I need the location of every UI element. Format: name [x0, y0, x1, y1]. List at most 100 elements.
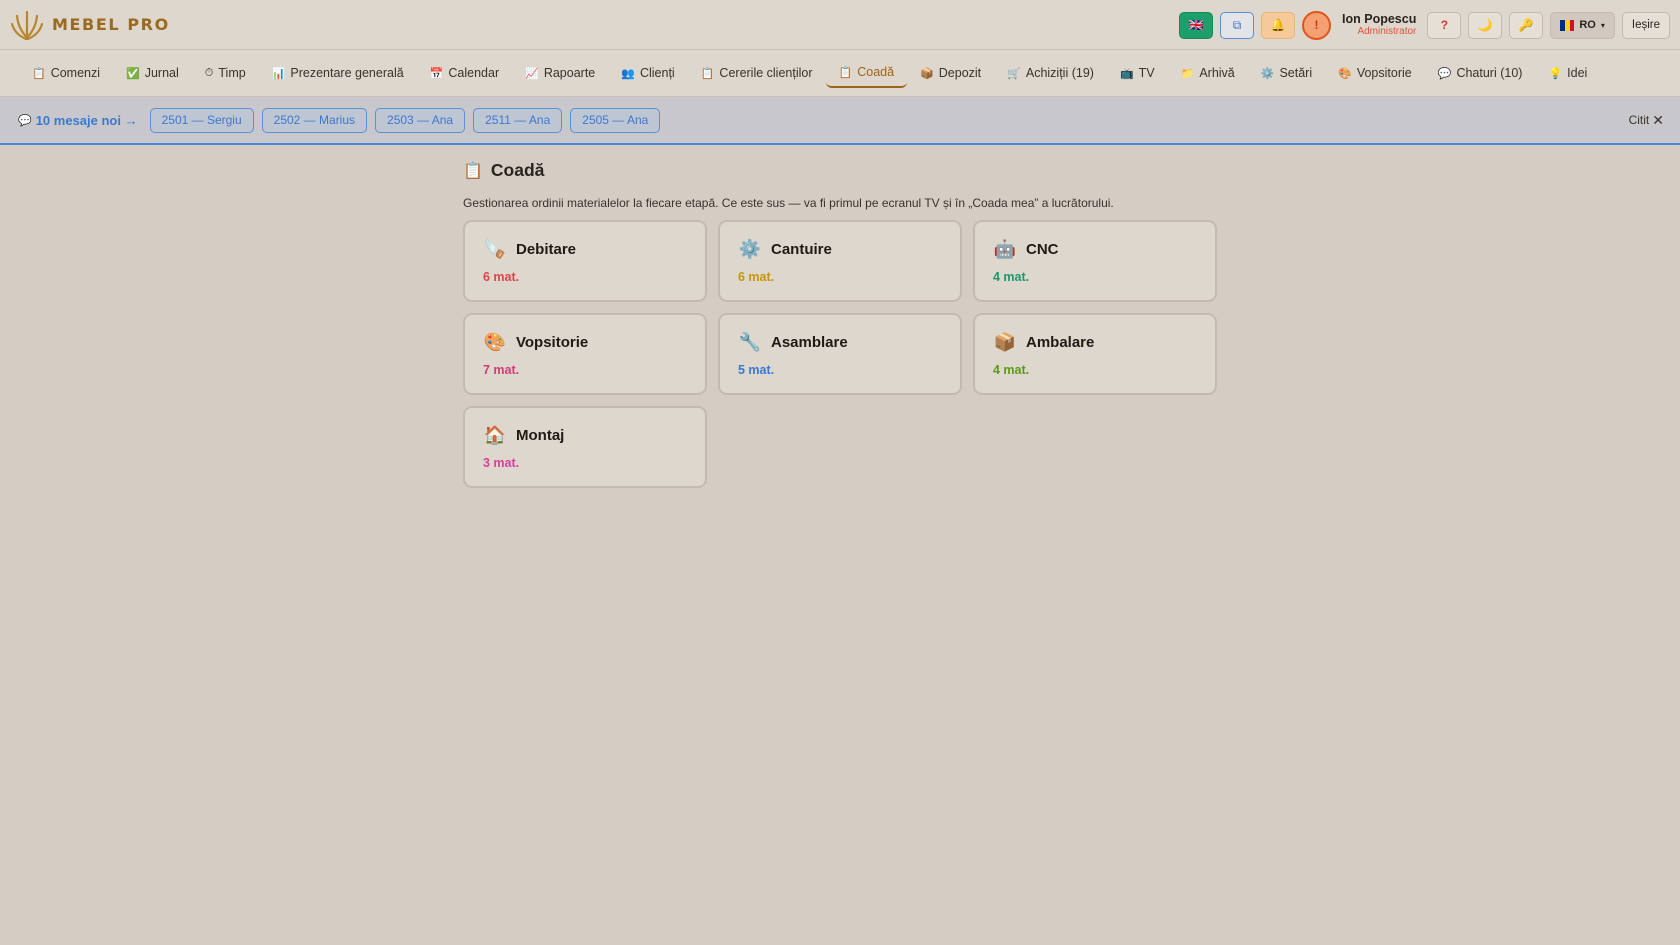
- message-chip[interactable]: 2502 — Marius: [261, 107, 368, 133]
- stage-count: 4 mat.: [993, 363, 1030, 377]
- stage-card-cantuire[interactable]: ⚙️ Cantuire 6 mat.: [718, 220, 962, 302]
- key-icon: 🔑: [1518, 18, 1534, 32]
- page-title: 📋 Coadă: [463, 160, 1218, 181]
- box-icon: 📦: [920, 67, 934, 80]
- page-title-text: Coadă: [490, 160, 545, 180]
- nav-item-13[interactable]: ⚙️ Setări: [1248, 59, 1325, 87]
- mark-read-label: Citit: [1628, 113, 1650, 127]
- nav-item-16[interactable]: 💡 Idei: [1535, 59, 1600, 87]
- nav-item-15[interactable]: 💬 Chaturi (10): [1425, 59, 1536, 87]
- alert-button[interactable]: !: [1302, 10, 1332, 40]
- gear-icon: ⚙️: [738, 239, 762, 259]
- nav-item-label: Arhivă: [1199, 66, 1235, 80]
- house-icon: 🏠: [483, 425, 507, 445]
- nav-item-label: Clienți: [639, 66, 675, 80]
- nav-item-label: Rapoarte: [543, 66, 596, 80]
- logo[interactable]: MEBEL PRO: [10, 8, 170, 42]
- chat-icon: 💬: [1437, 67, 1452, 80]
- help-button[interactable]: ?: [1427, 11, 1462, 39]
- app-name: MEBEL PRO: [52, 15, 170, 34]
- theme-button[interactable]: 🌙: [1468, 11, 1503, 39]
- cart-icon: 🛒: [1007, 67, 1021, 80]
- users-icon: 👥: [621, 67, 635, 80]
- stage-card-header: 🏠 Montaj: [483, 425, 689, 446]
- stage-card-vopsitorie[interactable]: 🎨 Vopsitorie 7 mat.: [463, 313, 707, 395]
- nav-item-3[interactable]: 📊 Prezentare generală: [259, 59, 417, 87]
- user-role: Administrator: [1357, 26, 1417, 38]
- user-info[interactable]: Ion Popescu Administrator: [1342, 12, 1416, 38]
- stage-card-header: 🪚 Debitare: [483, 239, 689, 260]
- stage-card-ambalare[interactable]: 📦 Ambalare 4 mat.: [973, 313, 1217, 395]
- nav-item-label: Comenzi: [50, 66, 101, 80]
- line-chart-icon: 📈: [525, 67, 539, 80]
- nav-item-label: Timp: [218, 66, 246, 80]
- nav-item-5[interactable]: 📈 Rapoarte: [512, 59, 608, 87]
- nav-item-4[interactable]: 📅 Calendar: [417, 59, 512, 87]
- message-chip[interactable]: 2511 — Ana: [473, 107, 563, 133]
- message-chip[interactable]: 2501 — Sergiu: [149, 107, 254, 133]
- stage-card-header: 🤖 CNC: [993, 239, 1199, 260]
- nav-item-6[interactable]: 👥 Clienți: [608, 59, 687, 87]
- stage-card-header: 🔧 Asamblare: [738, 332, 944, 353]
- nav-item-label: Jurnal: [144, 66, 179, 80]
- nav-item-label: Chaturi (10): [1456, 66, 1523, 80]
- nav-item-8[interactable]: 📋 Coadă: [825, 58, 908, 88]
- message-chip[interactable]: 2503 — Ana: [375, 107, 466, 133]
- chat-icon: 💬: [18, 114, 32, 127]
- message-chip[interactable]: 2505 — Ana: [570, 107, 661, 133]
- stage-name: Montaj: [516, 427, 565, 444]
- mark-read-button[interactable]: Citit ✕: [1629, 97, 1664, 143]
- nav-item-label: Calendar: [448, 66, 500, 80]
- stage-card-debitare[interactable]: 🪚 Debitare 6 mat.: [463, 220, 707, 302]
- nav-item-9[interactable]: 📦 Depozit: [907, 59, 994, 87]
- leaf-logo-icon: [10, 10, 44, 40]
- stage-card-montaj[interactable]: 🏠 Montaj 3 mat.: [463, 406, 707, 488]
- nav-item-label: Setări: [1279, 66, 1313, 80]
- nav-item-label: Achiziții (19): [1025, 66, 1094, 80]
- key-button[interactable]: 🔑: [1509, 11, 1544, 39]
- stage-card-asamblare[interactable]: 🔧 Asamblare 5 mat.: [718, 313, 962, 395]
- stage-card-header: 📦 Ambalare: [993, 332, 1199, 353]
- moon-icon: 🌙: [1477, 18, 1493, 32]
- calendar-icon: 📅: [429, 67, 444, 80]
- logout-button[interactable]: Ieșire: [1621, 11, 1670, 39]
- notifications-button[interactable]: 🔔: [1261, 11, 1296, 39]
- app-header: MEBEL PRO 🇬🇧 ⧉ 🔔 ! Ion Popescu Administr…: [0, 0, 1680, 50]
- nav-item-10[interactable]: 🛒 Achiziții (19): [994, 59, 1107, 87]
- page-description: Gestionarea ordinii materialelor la fiec…: [463, 196, 1114, 210]
- stage-card-cnc[interactable]: 🤖 CNC 4 mat.: [973, 220, 1217, 302]
- messages-summary[interactable]: 💬 10 mesaje noi →: [18, 113, 138, 128]
- nav-item-1[interactable]: ✅ Jurnal: [113, 59, 192, 87]
- main-nav: 📋 Comenzi ✅ Jurnal ⏱ Timp 📊 Prezentare generală…: [0, 50, 1680, 97]
- language-select[interactable]: RO ▾: [1550, 11, 1615, 39]
- palette-icon: 🎨: [1338, 67, 1352, 80]
- bell-icon: 🔔: [1270, 18, 1286, 32]
- close-icon: ✕: [1652, 111, 1664, 128]
- language-label: RO: [1579, 19, 1596, 31]
- clipboard-icon: 📋: [838, 66, 853, 79]
- nav-item-label: Depozit: [938, 66, 982, 80]
- nav-item-label: TV: [1138, 66, 1155, 80]
- nav-item-11[interactable]: 📺 TV: [1107, 59, 1168, 87]
- stage-count: 3 mat.: [483, 456, 520, 470]
- nav-item-12[interactable]: 📁 Arhivă: [1168, 59, 1248, 87]
- flag-button[interactable]: 🇬🇧: [1179, 11, 1214, 39]
- stopwatch-icon: ⏱: [204, 66, 214, 79]
- tv-icon: 📺: [1119, 67, 1134, 80]
- nav-item-14[interactable]: 🎨 Vopsitorie: [1325, 59, 1425, 87]
- clipboard-icon: 📋: [32, 67, 46, 80]
- screen-button[interactable]: ⧉: [1220, 11, 1255, 39]
- palette-icon: 🎨: [483, 332, 507, 352]
- gear-icon: ⚙️: [1260, 67, 1275, 80]
- saw-icon: 🪚: [483, 239, 507, 259]
- nav-item-label: Cererile clienților: [719, 66, 813, 80]
- stage-name: Vopsitorie: [516, 334, 589, 351]
- nav-item-0[interactable]: 📋 Comenzi: [19, 59, 113, 87]
- nav-item-7[interactable]: 📋 Cererile clienților: [688, 59, 826, 87]
- stage-count: 6 mat.: [483, 270, 520, 284]
- nav-item-2[interactable]: ⏱ Timp: [192, 59, 259, 87]
- stage-card-header: 🎨 Vopsitorie: [483, 332, 689, 353]
- romania-flag-icon: [1560, 19, 1575, 31]
- stage-count: 6 mat.: [738, 270, 775, 284]
- messages-summary-label: 10 mesaje noi →: [35, 112, 138, 128]
